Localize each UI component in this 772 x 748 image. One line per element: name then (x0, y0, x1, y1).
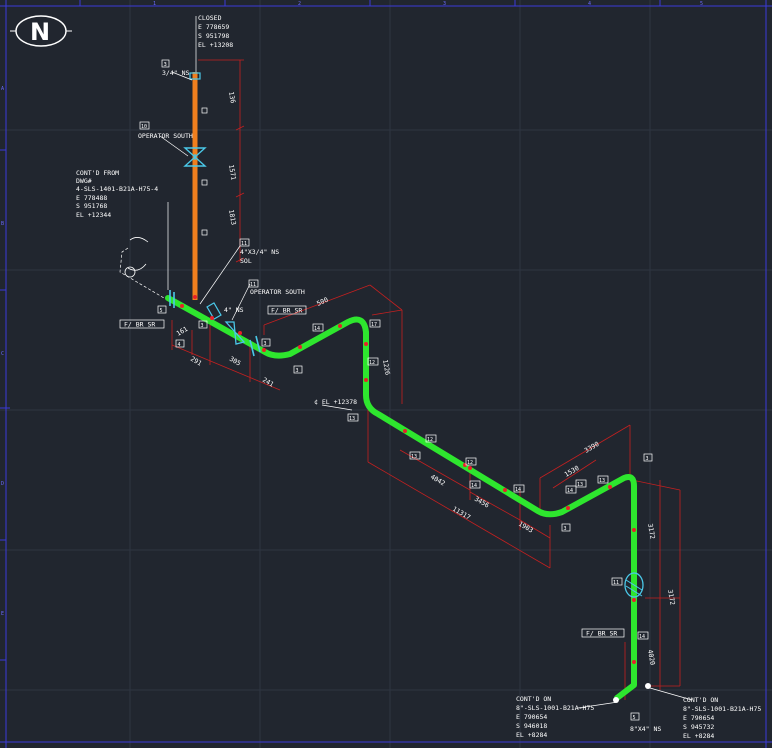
ruler-left-a: A (1, 86, 4, 92)
reducer-icon (206, 302, 222, 320)
bottom-reducer-size: 8"X4" NS (630, 725, 661, 733)
contd-on-left-title: CONT'D ON (516, 695, 551, 703)
dim-1530: 1530 (563, 464, 581, 479)
item-markers (201, 107, 208, 236)
ruler-top-4: 4 (588, 1, 591, 7)
top-end-e: E 778659 (198, 23, 229, 31)
contd-on-right-line: 8"-SLS-1001-B21A-H75 (683, 705, 761, 713)
dim-500: 500 (315, 296, 329, 308)
top-end-size: 3/4" NS (162, 69, 189, 77)
top-end-el: EL +13208 (198, 41, 233, 49)
tag-1: 5 (160, 308, 163, 314)
field-weld-3: F/ BR SR (586, 630, 617, 638)
reducer-note-size: 4"X3/4" NS (240, 248, 279, 256)
ruler-top-3: 3 (443, 1, 446, 7)
field-weld-2: F/ BR SR (271, 307, 302, 315)
contd-on-left-s: S 946018 (516, 722, 547, 730)
tag-5: 17 (371, 322, 377, 328)
tag-18: 14 (639, 634, 645, 640)
contd-from-line: 4-SLS-1401-B21A-H75-4 (76, 185, 158, 193)
contd-on-right-e: E 790654 (683, 714, 714, 722)
ruler-left-d: D (1, 481, 4, 487)
contd-on-left-e: E 790654 (516, 713, 547, 721)
contd-from-s: S 951768 (76, 202, 107, 210)
ns-label: 4" NS (224, 306, 244, 314)
ruler-left-b: B (1, 221, 4, 227)
tag-14: 14 (567, 488, 573, 494)
tag-7: 13 (349, 416, 355, 422)
pipe-fittings (119, 72, 651, 703)
top-end-status: CLOSED (198, 14, 222, 22)
ruler-top-1: 1 (153, 1, 156, 7)
reducer-note-tag: 11 (241, 241, 247, 247)
dim-3172-a: 3172 (646, 523, 657, 540)
ruler-top-2: 2 (298, 1, 301, 7)
tag-20: 3 (264, 341, 267, 347)
reducer-note-sub: SOL (240, 257, 252, 265)
north-arrow-icon: N (10, 15, 72, 47)
valve-note-text: OPERATOR SOUTH (138, 132, 193, 140)
bottom-reducer-tag: 5 (633, 715, 636, 721)
contd-on-left-line: 8"-SLS-1001-B21A-H75 (516, 704, 594, 712)
tag-15: 13 (577, 482, 583, 488)
tag-9: 13 (411, 454, 417, 460)
tag-16: 13 (599, 478, 605, 484)
contd-on-right-s: S 945732 (683, 723, 714, 731)
contd-on-left-el: EL +8284 (516, 731, 547, 739)
ruler-top-5: 5 (700, 1, 703, 7)
tag-4: 14 (314, 326, 320, 332)
tag-12: 3 (564, 526, 567, 532)
contd-from-dwg: DWG# (76, 177, 92, 185)
dimension-lines (171, 59, 681, 700)
ruler-left-e: E (1, 611, 4, 617)
contd-from-e: E 778488 (76, 194, 107, 202)
tag-3: 3 (296, 368, 299, 374)
ruler-left-c: C (1, 351, 4, 357)
tag-11: 14 (471, 483, 477, 489)
contd-from-el: EL +12344 (76, 211, 111, 219)
dim-3456: 3456 (473, 495, 491, 510)
tag-10: 12 (467, 460, 473, 466)
tag-21: 3 (201, 323, 204, 329)
contd-from-title: CONT'D FROM (76, 169, 119, 177)
operator-south-2-text: OPERATOR SOUTH (250, 288, 305, 296)
tag-17: 11 (613, 580, 619, 586)
dim-3172-b: 3172 (666, 589, 677, 606)
elevation-note: ¢ EL +12378 (314, 398, 357, 406)
tag-6: 12 (369, 360, 375, 366)
isometric-drawing-canvas: 1 2 3 4 5 A B C D E N CLOSED E 778659 S … (0, 0, 772, 748)
north-letter: N (30, 18, 50, 46)
dim-136: 136 (227, 91, 237, 104)
field-weld-1: F/ BR SR (124, 321, 155, 329)
top-end-tag: 3 (164, 62, 167, 68)
tag-19: 3 (646, 456, 649, 462)
tag-8: 12 (427, 437, 433, 443)
dim-11317: 11317 (451, 505, 472, 522)
contd-on-right-el: EL +8284 (683, 732, 714, 740)
dim-161: 161 (175, 325, 189, 338)
valve-note-tag: 10 (141, 124, 147, 130)
dim-1226: 1226 (381, 359, 392, 376)
dim-3390: 3390 (583, 440, 601, 455)
dim-1571: 1571 (227, 164, 238, 181)
tag-2: 4 (178, 342, 181, 348)
tag-13: 14 (515, 487, 521, 493)
weld-points (180, 295, 636, 664)
dim-1813: 1813 (227, 209, 238, 226)
dim-4020: 4020 (646, 649, 657, 666)
contd-on-right-title: CONT'D ON (683, 696, 718, 704)
top-end-s: S 951798 (198, 32, 229, 40)
dim-305: 305 (228, 355, 242, 368)
